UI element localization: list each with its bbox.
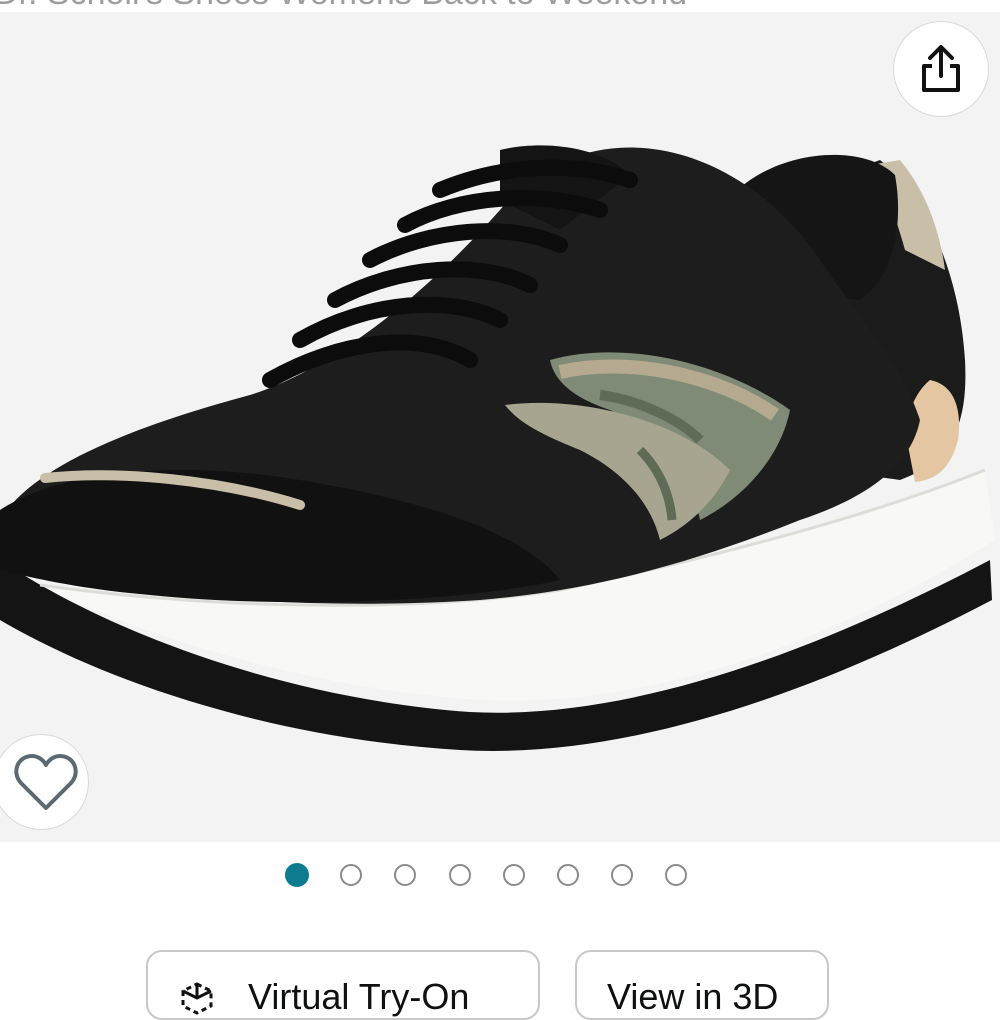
heart-icon <box>14 754 78 810</box>
product-image[interactable] <box>0 12 1000 842</box>
view-in-3d-button[interactable]: View in 3D <box>575 950 829 1020</box>
pagination-dot-7[interactable] <box>611 864 633 886</box>
pagination-dot-8[interactable] <box>665 864 687 886</box>
pagination-dot-4[interactable] <box>449 864 471 886</box>
pagination-dot-5[interactable] <box>503 864 525 886</box>
product-image-gallery[interactable] <box>0 12 1000 842</box>
product-title: Dr. Scholl's Shoes Womens Back to Weeken… <box>0 0 1000 12</box>
pagination-dot-6[interactable] <box>557 864 579 886</box>
pagination-dot-2[interactable] <box>340 864 362 886</box>
share-button[interactable] <box>894 22 988 116</box>
share-icon <box>922 45 960 92</box>
view-in-3d-label: View in 3D <box>607 976 779 1017</box>
pagination-dot-1[interactable] <box>285 863 309 887</box>
image-pagination-dots <box>0 862 1000 892</box>
ar-cube-icon <box>181 982 213 1015</box>
virtual-try-on-label: Virtual Try-On <box>248 976 470 1017</box>
pagination-dot-3[interactable] <box>394 864 416 886</box>
virtual-try-on-button[interactable]: Virtual Try-On <box>146 950 540 1020</box>
product-title-text: Dr. Scholl's Shoes Womens Back to Weeken… <box>0 0 687 12</box>
